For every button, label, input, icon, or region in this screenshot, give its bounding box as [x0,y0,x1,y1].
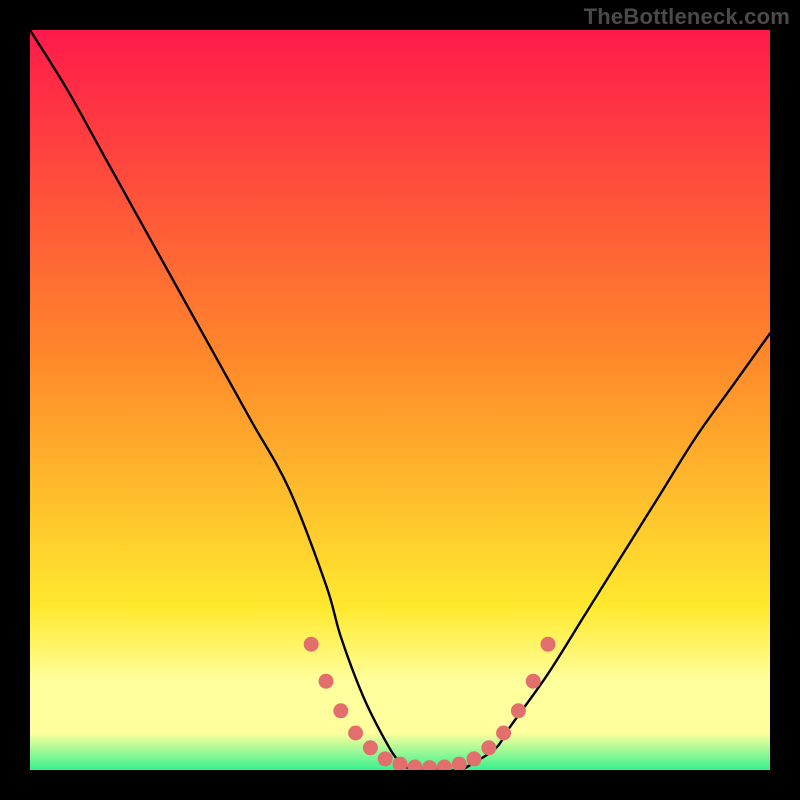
chart-svg [30,30,770,770]
marker-dot [363,740,378,755]
marker-dot [319,674,334,689]
marker-dot [481,740,496,755]
marker-dot [541,637,556,652]
gradient-background [30,30,770,770]
watermark-label: TheBottleneck.com [584,4,790,30]
marker-dot [496,726,511,741]
marker-dot [526,674,541,689]
marker-dot [333,703,348,718]
marker-dot [467,751,482,766]
plot-area [30,30,770,770]
marker-dot [304,637,319,652]
chart-frame: TheBottleneck.com [0,0,800,800]
marker-dot [348,726,363,741]
marker-dot [378,751,393,766]
marker-dot [511,703,526,718]
